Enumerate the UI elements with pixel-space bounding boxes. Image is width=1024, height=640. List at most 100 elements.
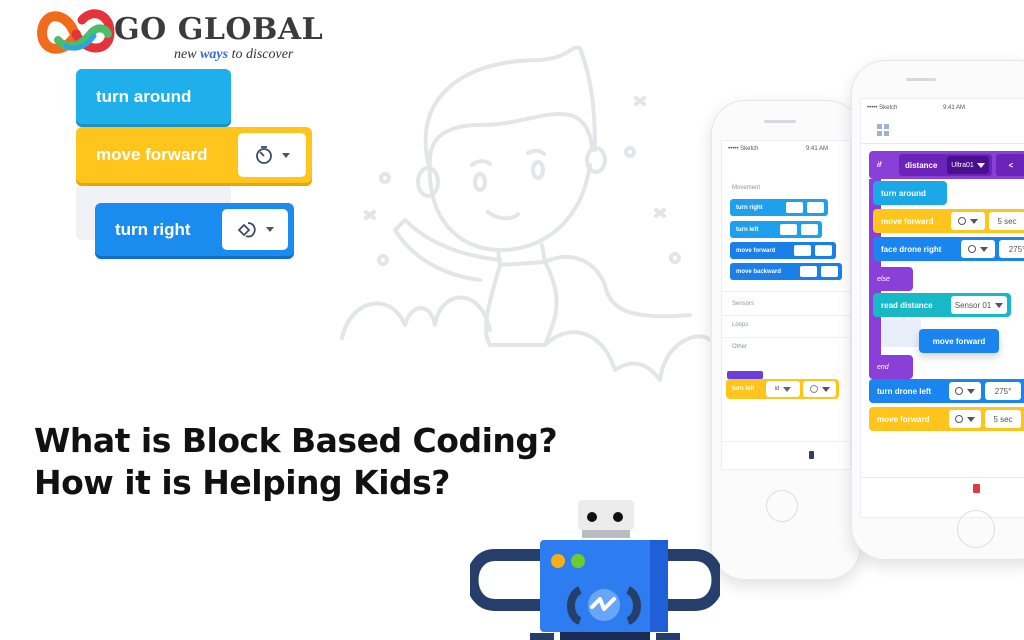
block-label: move forward bbox=[736, 247, 776, 254]
field-value: 275° bbox=[1008, 244, 1024, 254]
if-label: if bbox=[877, 161, 882, 169]
brand-tagline: new ways to discover bbox=[174, 47, 294, 62]
timer-dropdown[interactable] bbox=[951, 212, 985, 230]
dragged-block-turn-left[interactable]: turn left id bbox=[726, 379, 839, 399]
phone-left: ••••• Sketch 9:41 AM Movement turn right… bbox=[711, 100, 861, 580]
chevron-down-icon bbox=[967, 416, 975, 422]
chevron-down-icon bbox=[995, 302, 1004, 308]
block-move-forward[interactable]: move forward bbox=[76, 127, 312, 183]
phone-speaker bbox=[906, 78, 936, 81]
operator-field[interactable]: < bbox=[996, 154, 1024, 176]
id-dropdown[interactable]: id bbox=[766, 381, 800, 397]
chevron-down-icon bbox=[282, 152, 290, 158]
palette-block-turn-right[interactable]: turn right bbox=[730, 199, 828, 216]
block-slot bbox=[821, 266, 838, 277]
field-value: Sensor 01 bbox=[954, 300, 992, 310]
home-button[interactable] bbox=[766, 490, 798, 522]
block-label: move forward bbox=[877, 414, 930, 424]
divider bbox=[861, 143, 1024, 144]
block-move-forward[interactable]: move forward 5 sec bbox=[873, 209, 1024, 233]
trash-icon[interactable] bbox=[973, 484, 980, 493]
timer-icon bbox=[256, 146, 272, 164]
block-label: turn around bbox=[881, 188, 926, 198]
section-other[interactable]: Other bbox=[732, 344, 747, 350]
timer-icon bbox=[958, 217, 966, 225]
chevron-down-icon bbox=[821, 386, 830, 392]
block-turn-around[interactable]: turn around bbox=[873, 181, 947, 205]
phone-right-screen: ••••• Sketch 9:41 AM if distance Ultra01… bbox=[860, 98, 1024, 518]
block-slot bbox=[807, 202, 824, 213]
distance-condition[interactable]: distance Ultra01 bbox=[899, 154, 992, 176]
block-label: face drone right bbox=[881, 244, 942, 254]
block-move-forward-2[interactable]: move forward 5 sec bbox=[869, 407, 1024, 431]
angle-field[interactable]: 275° bbox=[985, 382, 1021, 400]
block-face-drone-right[interactable]: face drone right 275° bbox=[873, 237, 1024, 261]
rotate-icon bbox=[955, 387, 963, 395]
rotate-icon bbox=[968, 245, 976, 253]
duration-field[interactable]: 5 sec bbox=[985, 410, 1021, 428]
rotate-dropdown[interactable] bbox=[222, 209, 288, 250]
brand-logo[interactable]: GO GLOBAL new ways to discover bbox=[36, 2, 326, 64]
status-carrier: ••••• Sketch bbox=[728, 146, 759, 152]
boy-illustration bbox=[340, 45, 710, 382]
block-label: turn right bbox=[115, 219, 191, 239]
field-value: 5 sec bbox=[997, 216, 1017, 226]
field-value: id bbox=[774, 386, 780, 392]
block-label: move forward bbox=[96, 145, 208, 164]
condition-label: distance bbox=[905, 160, 938, 170]
else-label-block: else bbox=[869, 267, 913, 291]
rotate-dropdown[interactable] bbox=[961, 240, 995, 258]
home-button[interactable] bbox=[957, 510, 995, 548]
divider bbox=[861, 477, 1024, 478]
status-time: 9:41 AM bbox=[806, 146, 829, 152]
section-sensors[interactable]: Sensors bbox=[732, 301, 754, 307]
field-value: 275° bbox=[994, 386, 1012, 396]
block-slot bbox=[786, 202, 803, 213]
chevron-down-icon bbox=[976, 162, 985, 168]
block-turn-right[interactable]: turn right bbox=[95, 203, 294, 256]
divider bbox=[722, 337, 850, 338]
divider bbox=[722, 441, 850, 442]
phone-right: ••••• Sketch 9:41 AM if distance Ultra01… bbox=[851, 60, 1024, 560]
section-movement[interactable]: Movement bbox=[732, 185, 760, 191]
sensor-dropdown[interactable]: Sensor 01 bbox=[951, 296, 1007, 314]
block-turn-around[interactable]: turn around bbox=[76, 69, 231, 124]
block-label: turn left bbox=[736, 226, 759, 233]
block-turn-drone-left[interactable]: turn drone left 275° bbox=[869, 379, 1024, 403]
trash-icon[interactable] bbox=[809, 451, 814, 459]
sensor-value: Ultra01 bbox=[951, 161, 974, 169]
palette-block-turn-left[interactable]: turn left bbox=[730, 221, 822, 238]
if-block[interactable]: if distance Ultra01 < bbox=[869, 151, 1024, 179]
headline-line-1: What is Block Based Coding? bbox=[34, 421, 558, 460]
rotate-dropdown[interactable] bbox=[949, 382, 981, 400]
angle-field[interactable]: 275° bbox=[999, 240, 1024, 258]
block-label: turn drone left bbox=[877, 386, 932, 396]
palette-block-move-forward[interactable]: move forward bbox=[730, 242, 836, 259]
chevron-down-icon bbox=[783, 386, 792, 392]
timer-dropdown[interactable] bbox=[238, 133, 306, 177]
divider bbox=[722, 315, 850, 316]
block-label: read distance bbox=[881, 300, 933, 310]
block-label: turn around bbox=[96, 86, 192, 106]
section-loops[interactable]: Loops bbox=[732, 322, 748, 328]
palette-block-move-backward[interactable]: move backward bbox=[730, 263, 842, 280]
block-move-forward-nested[interactable]: move forward bbox=[919, 329, 999, 353]
chevron-down-icon bbox=[266, 227, 274, 232]
page-headline: What is Block Based Coding? How it is He… bbox=[34, 420, 558, 504]
grid-menu-icon[interactable] bbox=[877, 124, 889, 136]
sensor-dropdown[interactable]: Ultra01 bbox=[947, 156, 989, 174]
field-value: 5 sec bbox=[993, 414, 1013, 424]
purple-block-edge bbox=[727, 371, 763, 379]
chevron-down-icon bbox=[970, 218, 978, 224]
block-label: move backward bbox=[736, 268, 782, 275]
block-read-distance[interactable]: read distance Sensor 01 bbox=[873, 293, 1011, 317]
duration-field[interactable]: 5 sec bbox=[989, 212, 1024, 230]
robot-illustration bbox=[470, 500, 720, 640]
block-slot bbox=[800, 266, 817, 277]
block-slot bbox=[801, 224, 818, 235]
phone-speaker bbox=[764, 120, 796, 123]
timer-dropdown[interactable] bbox=[803, 381, 836, 397]
drop-zone bbox=[881, 319, 921, 347]
timer-dropdown[interactable] bbox=[949, 410, 981, 428]
block-label: move forward bbox=[881, 216, 934, 226]
